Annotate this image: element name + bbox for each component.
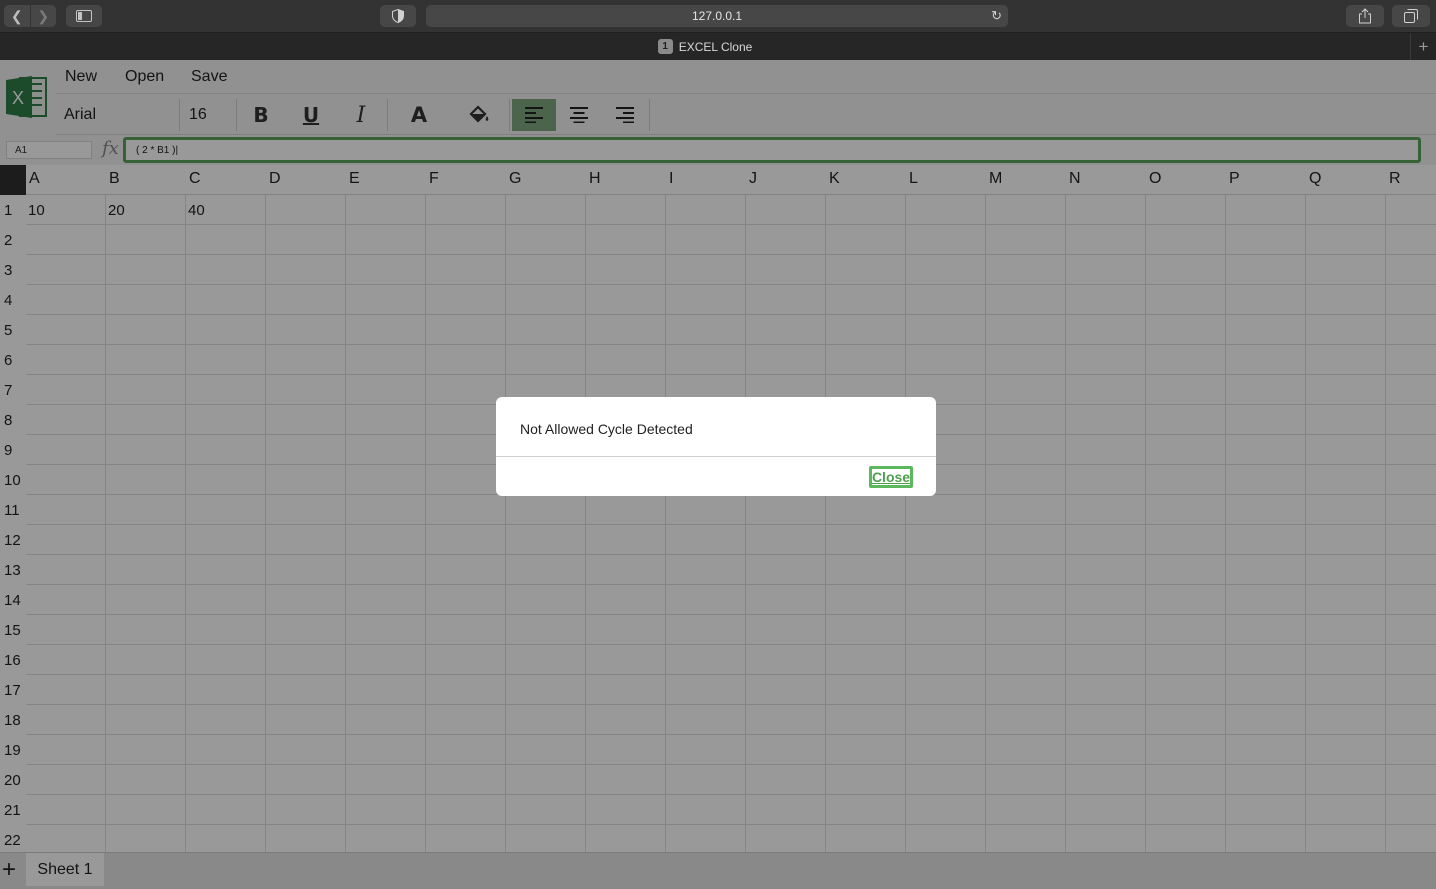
tab-excel-clone[interactable]: 1 EXCEL Clone xyxy=(0,33,1410,60)
privacy-shield-button[interactable] xyxy=(380,5,416,27)
tab-number-badge: 1 xyxy=(657,39,673,54)
dialog-message: Not Allowed Cycle Detected xyxy=(520,421,693,437)
cycle-error-dialog: Not Allowed Cycle Detected Close xyxy=(496,397,936,496)
tab-strip: 1 EXCEL Clone + xyxy=(0,33,1436,60)
tabs-overview-icon xyxy=(1404,9,1418,23)
share-icon xyxy=(1359,8,1371,24)
back-icon[interactable]: ❮ xyxy=(4,5,30,27)
forward-icon[interactable]: ❯ xyxy=(29,5,57,27)
new-tab-icon[interactable]: + xyxy=(1410,33,1436,60)
sidebar-icon xyxy=(76,10,92,22)
share-button[interactable] xyxy=(1346,5,1384,27)
browser-chrome: ❮ ❯ 127.0.0.1 ↻ 1 EXCEL Clone + xyxy=(0,0,1436,60)
tab-title: EXCEL Clone xyxy=(678,39,753,54)
dialog-close-button[interactable]: Close xyxy=(869,466,913,488)
show-tabs-button[interactable] xyxy=(1392,5,1430,27)
url-text: 127.0.0.1 xyxy=(691,9,743,23)
dialog-divider xyxy=(496,456,936,457)
nav-buttons: ❮ ❯ xyxy=(4,5,56,27)
shield-icon xyxy=(392,9,404,23)
url-bar[interactable]: 127.0.0.1 ↻ xyxy=(426,5,1008,27)
sidebar-toggle-button[interactable] xyxy=(66,5,102,27)
reload-icon[interactable]: ↻ xyxy=(991,8,1002,24)
browser-toolbar: ❮ ❯ 127.0.0.1 ↻ xyxy=(0,0,1436,33)
